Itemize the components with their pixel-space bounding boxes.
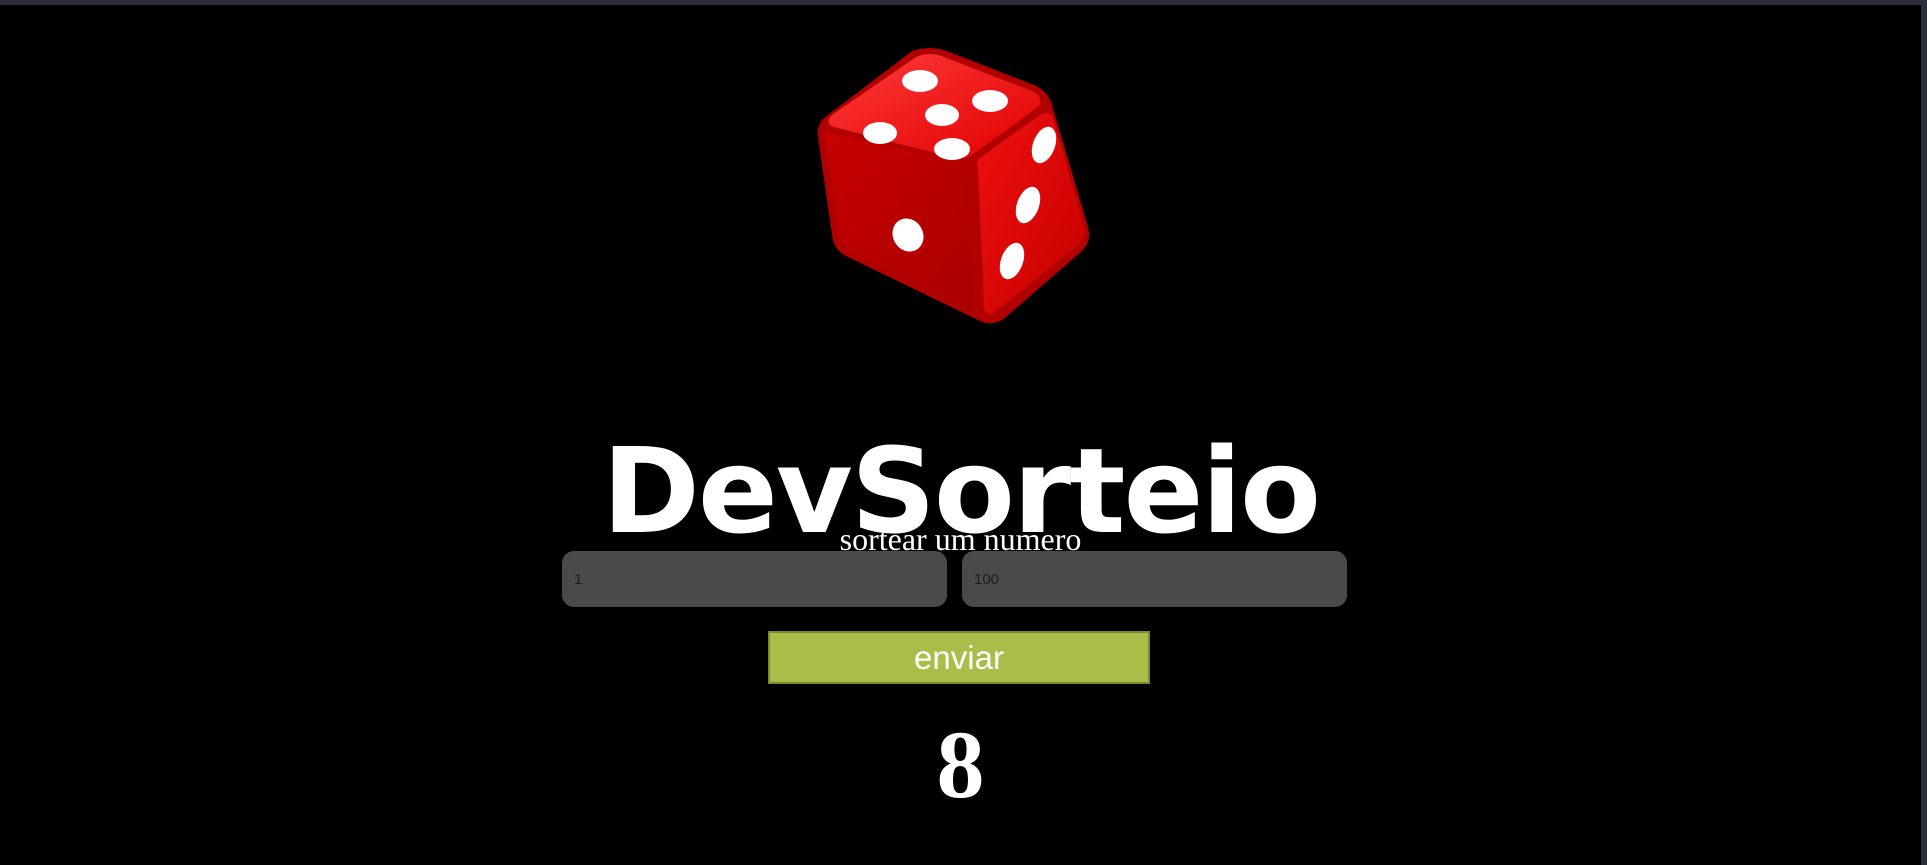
red-dice-icon xyxy=(817,48,1090,324)
window-right-border xyxy=(1921,0,1927,865)
app-container: DevSorteio sortear um numero enviar 8 xyxy=(0,5,1921,865)
min-number-input[interactable] xyxy=(562,551,947,607)
max-number-input[interactable] xyxy=(962,551,1347,607)
drawn-number-result: 8 xyxy=(936,711,985,818)
submit-button[interactable]: enviar xyxy=(768,631,1150,684)
page-subtitle: sortear um numero xyxy=(839,521,1082,557)
